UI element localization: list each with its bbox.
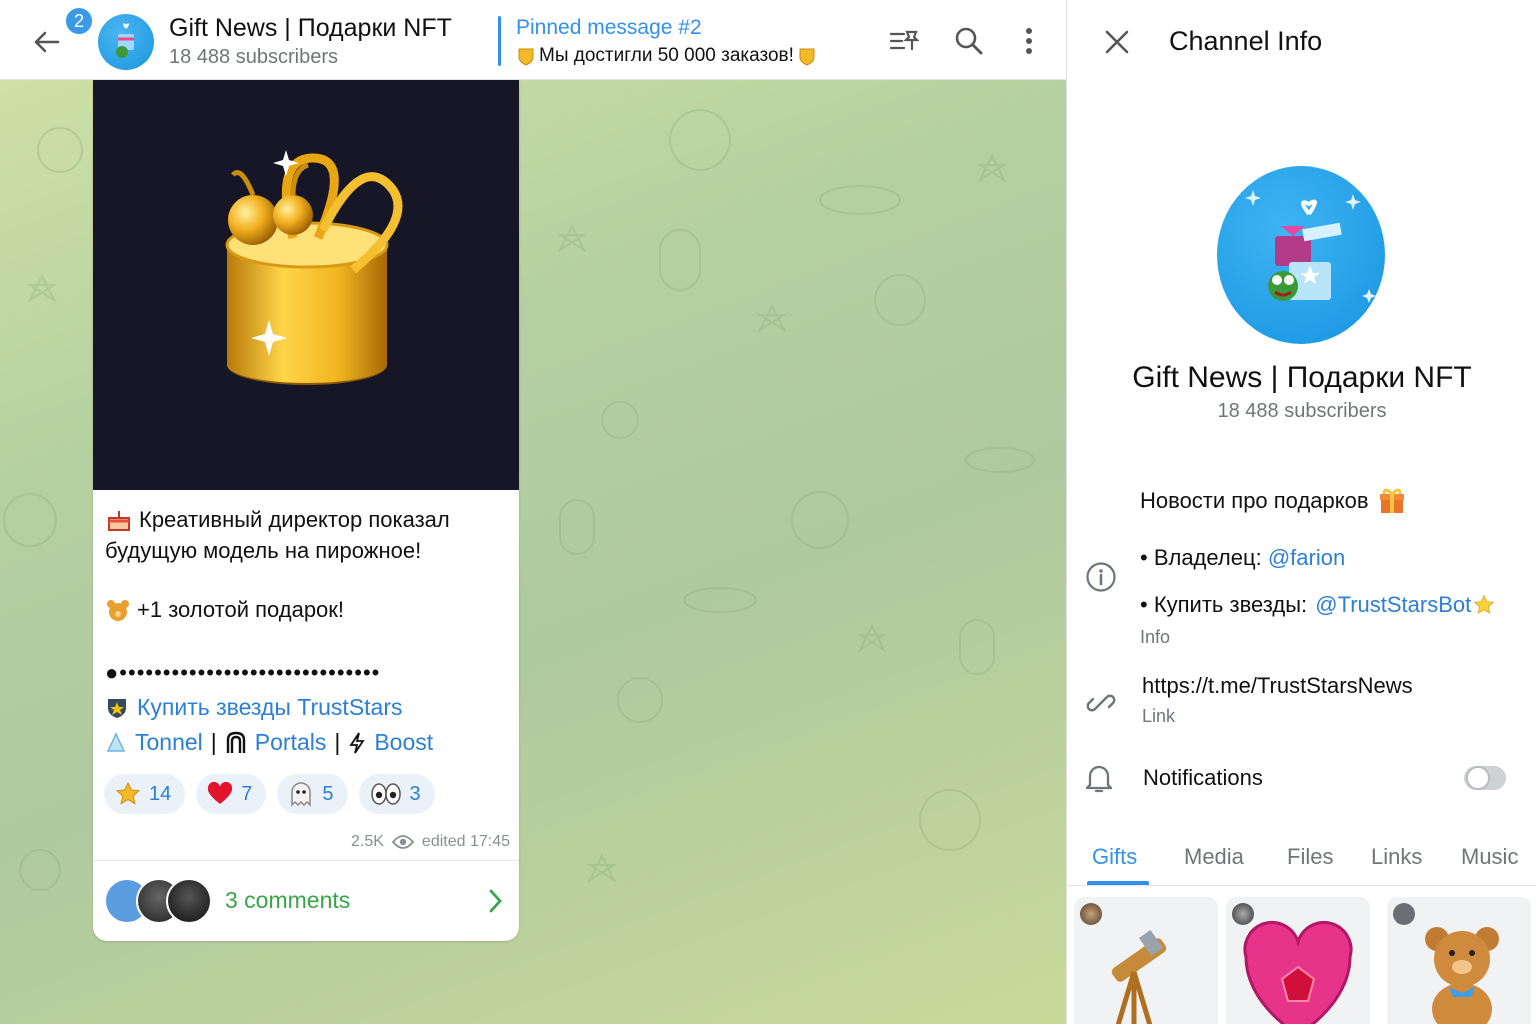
gift-emoji-icon [1379, 488, 1404, 513]
post-image[interactable] [93, 80, 519, 490]
boost-link[interactable]: Boost [374, 729, 433, 756]
info-caption: Info [1140, 627, 1171, 647]
channel-info-panel: Channel Info Gift News | Подарки NFT 18 … [1066, 0, 1536, 1024]
shield-emoji-icon [799, 48, 815, 66]
post-line-1: Креативный директор показал [105, 504, 509, 535]
tonnel-emoji-icon [106, 731, 126, 752]
golden-gift-sticker-icon [225, 150, 403, 385]
reaction-eyes[interactable]: 3 [358, 774, 435, 814]
gift-card-teddy-bear[interactable] [1387, 897, 1531, 1024]
avatar [166, 878, 212, 924]
tab-gifts[interactable]: Gifts [1092, 844, 1137, 870]
channel-description: Новости про подарков [1140, 486, 1407, 516]
commenter-avatars [104, 878, 214, 926]
avatar [1232, 903, 1254, 925]
search-icon[interactable] [950, 22, 988, 60]
shield-emoji-icon [518, 48, 534, 66]
reaction-heart[interactable]: 7 [196, 774, 267, 814]
eye-icon [391, 835, 414, 849]
chat-area: 2 Gift News | Подарки NFT 18 488 subscri… [0, 0, 1066, 1024]
comments-button[interactable]: 3 comments [93, 861, 519, 941]
edited-time: edited 17:45 [421, 833, 510, 850]
channel-title[interactable]: Gift News | Подарки NFT [169, 14, 452, 43]
unread-badge: 2 [64, 6, 94, 36]
link-separator: | [334, 729, 341, 755]
portals-link[interactable]: Portals [255, 729, 327, 756]
channel-avatar[interactable] [98, 14, 154, 70]
more-options-icon[interactable] [1010, 22, 1048, 60]
tab-files[interactable]: Files [1287, 844, 1333, 870]
channel-subscribers: 18 488 subscribers [1217, 400, 1387, 422]
truststars-link[interactable]: Купить звезды TrustStars [137, 694, 403, 721]
tab-music[interactable]: Music [1461, 844, 1518, 870]
chevron-right-icon [489, 889, 502, 913]
post-line-3: +1 золотой подарок! [105, 594, 509, 625]
gift-card-telescope[interactable] [1074, 897, 1218, 1024]
notifications-toggle-knob[interactable] [1466, 766, 1490, 790]
star-icon [115, 781, 141, 805]
link-icon [1085, 686, 1117, 720]
avatar [1393, 903, 1415, 925]
comments-count: 3 comments [225, 887, 351, 913]
eyes-icon [370, 783, 401, 805]
avatar [1080, 903, 1102, 925]
tonnel-link[interactable]: Tonnel [135, 729, 203, 756]
star-emoji-icon [1473, 594, 1495, 614]
buy-stars-info: • Купить звезды: @TrustStarsBot [1140, 592, 1495, 618]
shield-star-emoji-icon [108, 698, 126, 718]
owner-handle-link[interactable]: @farion [1268, 545, 1345, 570]
reaction-star[interactable]: 14 [104, 774, 186, 814]
pinned-message-preview[interactable]: Мы достигли 50 000 заказов! [516, 45, 817, 67]
teddy-bear-emoji-icon [107, 599, 129, 621]
dots-divider: ●•••••••••••••••••••••••••••••• [105, 660, 381, 685]
channel-avatar-large[interactable] [1217, 166, 1385, 344]
chat-header: 2 Gift News | Подарки NFT 18 488 subscri… [0, 0, 1066, 80]
reaction-ghost[interactable]: 5 [277, 774, 348, 814]
post-line-2: будущую модель на пирожное! [105, 538, 422, 563]
pinned-indicator-bar [498, 16, 501, 66]
post-meta: 2.5K edited 17:45 [351, 833, 510, 851]
view-count: 2.5K [351, 833, 384, 850]
reactions-row: 14 7 5 3 [104, 774, 435, 814]
channel-name: Gift News | Подарки NFT [1132, 361, 1472, 394]
post-text: Креативный директор показал будущую моде… [105, 504, 509, 625]
post-link-row-2: Tonnel | Portals | Boost [105, 729, 433, 756]
cake-emoji-icon [108, 510, 130, 531]
pinned-message-title[interactable]: Pinned message #2 [516, 16, 702, 40]
tab-media[interactable]: Media [1184, 844, 1244, 870]
post-link-row-1: Купить звезды TrustStars [105, 694, 403, 721]
active-tab-indicator [1087, 881, 1149, 885]
panel-title: Channel Info [1169, 26, 1323, 56]
portals-icon [226, 731, 245, 753]
heart-icon [208, 782, 233, 804]
bell-icon [1083, 760, 1115, 796]
bot-handle-link[interactable]: @TrustStarsBot [1315, 592, 1471, 618]
channel-post[interactable]: Креативный директор показал будущую моде… [93, 80, 519, 941]
pinned-list-icon[interactable] [884, 22, 922, 60]
tab-links[interactable]: Links [1371, 844, 1422, 870]
media-tabs: Gifts Media Files Links Music [1067, 836, 1536, 886]
notifications-label: Notifications [1143, 765, 1263, 790]
gifts-grid [1067, 887, 1536, 1024]
back-arrow-icon[interactable] [26, 22, 66, 62]
info-icon [1085, 560, 1117, 594]
lightning-icon [349, 732, 366, 753]
owner-info: • Владелец: @farion [1140, 545, 1346, 570]
channel-subscriber-count: 18 488 subscribers [169, 46, 338, 68]
gift-card-heart[interactable] [1226, 897, 1370, 1024]
channel-link-url[interactable]: https://t.me/TrustStarsNews [1142, 673, 1413, 699]
link-caption: Link [1142, 706, 1176, 726]
ghost-icon [291, 782, 312, 807]
close-icon[interactable] [1099, 24, 1135, 60]
link-separator: | [210, 729, 217, 755]
pinned-message-text: Мы достигли 50 000 заказов! [539, 45, 794, 66]
